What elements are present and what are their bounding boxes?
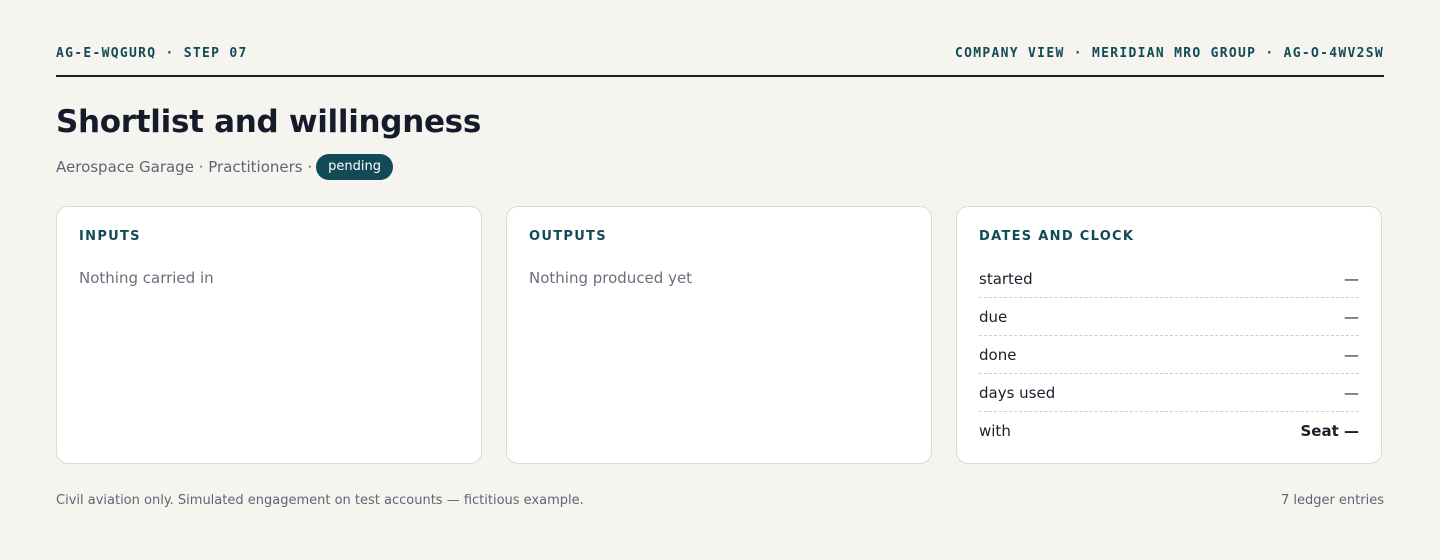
date-value: — bbox=[1344, 307, 1359, 326]
inputs-card: INPUTS Nothing carried in bbox=[56, 206, 482, 464]
date-value: — bbox=[1344, 383, 1359, 402]
footer-note: Civil aviation only. Simulated engagemen… bbox=[56, 493, 584, 508]
date-label: done bbox=[979, 345, 1017, 364]
date-label: with bbox=[979, 421, 1011, 440]
date-value: — bbox=[1344, 269, 1359, 288]
outputs-card: OUTPUTS Nothing produced yet bbox=[506, 206, 932, 464]
date-label: started bbox=[979, 269, 1033, 288]
date-row-done: done — bbox=[979, 336, 1359, 374]
engagement-step-id: AG-E-WQGURQ · STEP 07 bbox=[56, 46, 248, 61]
status-badge: pending bbox=[316, 154, 394, 180]
date-row-days-used: days used — bbox=[979, 374, 1359, 412]
date-label: days used bbox=[979, 383, 1056, 402]
dates-list: started — due — done — days used — with … bbox=[979, 260, 1359, 449]
subtitle-text: Aerospace Garage · Practitioners · bbox=[56, 158, 313, 176]
page-subtitle: Aerospace Garage · Practitioners · pendi… bbox=[56, 154, 394, 180]
date-value: — bbox=[1344, 345, 1359, 364]
inputs-heading: INPUTS bbox=[79, 229, 141, 244]
date-row-started: started — bbox=[979, 260, 1359, 298]
outputs-heading: OUTPUTS bbox=[529, 229, 607, 244]
outputs-empty-text: Nothing produced yet bbox=[529, 269, 693, 287]
page-title: Shortlist and willingness bbox=[56, 104, 481, 140]
dates-card: DATES AND CLOCK started — due — done — d… bbox=[956, 206, 1382, 464]
dates-heading: DATES AND CLOCK bbox=[979, 229, 1135, 244]
date-label: due bbox=[979, 307, 1008, 326]
date-value: Seat — bbox=[1301, 422, 1360, 440]
top-bar: AG-E-WQGURQ · STEP 07 COMPANY VIEW · MER… bbox=[56, 44, 1384, 77]
seat-value: Seat — bbox=[1300, 421, 1360, 440]
inputs-empty-text: Nothing carried in bbox=[79, 269, 214, 287]
date-row-with: with Seat — bbox=[979, 412, 1359, 449]
date-row-due: due — bbox=[979, 298, 1359, 336]
ledger-entry-count: 7 ledger entries bbox=[1280, 493, 1384, 508]
company-view-breadcrumb: COMPANY VIEW · MERIDIAN MRO GROUP · AG-O… bbox=[955, 46, 1384, 61]
